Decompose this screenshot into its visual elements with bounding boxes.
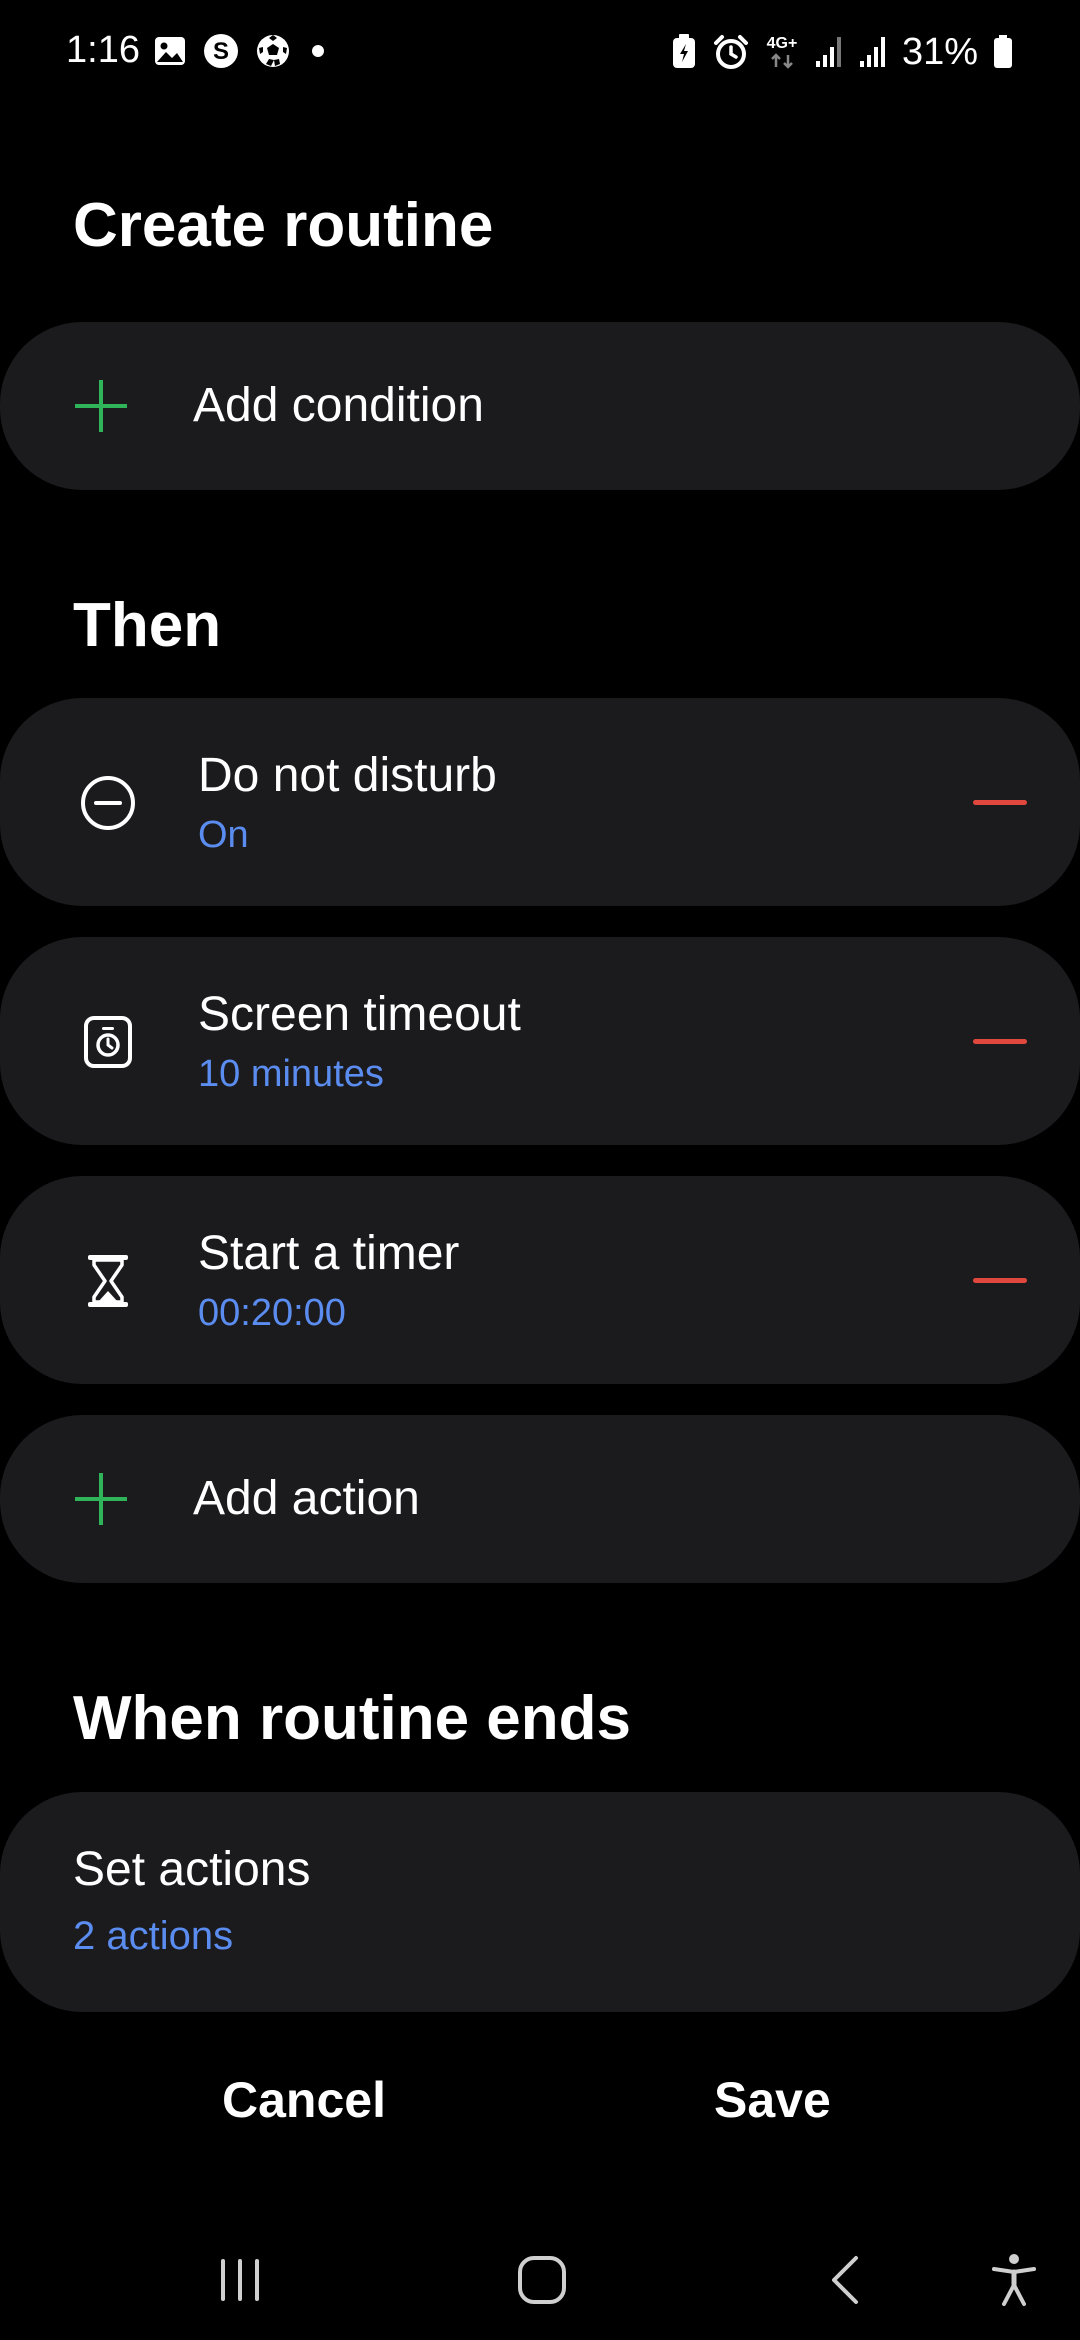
network-label: 4G+ [766, 35, 798, 52]
plus-icon [75, 380, 127, 432]
action-title: Do not disturb [198, 749, 497, 802]
hourglass-icon [88, 1255, 128, 1307]
navigation-bar [0, 2220, 1080, 2340]
plus-icon [75, 1473, 127, 1525]
back-button[interactable] [806, 2240, 886, 2320]
accessibility-button[interactable] [974, 2240, 1054, 2320]
minus-icon [973, 1038, 1027, 1044]
status-bar: 1:16 S 4G+ 31% [0, 0, 1080, 104]
gallery-icon [152, 33, 188, 69]
remove-action-button[interactable] [960, 1001, 1040, 1081]
add-condition-button[interactable]: Add condition [0, 322, 1080, 490]
action-value: On [198, 814, 249, 856]
status-notification-icons: S [152, 32, 330, 70]
network-4g-icon: 4G+ [764, 35, 800, 69]
action-title: Screen timeout [198, 988, 521, 1041]
soccer-ball-icon [254, 32, 292, 70]
home-icon [518, 2256, 566, 2304]
status-system-icons: 4G+ 31% [670, 28, 1014, 76]
then-heading: Then [73, 591, 222, 660]
minus-icon [973, 799, 1027, 805]
set-end-actions-button[interactable]: Set actions 2 actions [0, 1792, 1080, 2012]
do-not-disturb-icon [81, 776, 135, 830]
action-title: Start a timer [198, 1227, 460, 1280]
action-value: 00:20:00 [198, 1292, 346, 1334]
add-action-button[interactable]: Add action [0, 1415, 1080, 1583]
svg-text:S: S [213, 38, 229, 65]
s-app-icon: S [202, 32, 240, 70]
home-button[interactable] [502, 2240, 582, 2320]
save-button[interactable]: Save [714, 2070, 831, 2130]
action-do-not-disturb[interactable]: Do not disturb On [0, 698, 1080, 906]
accessibility-icon [992, 2254, 1036, 2306]
battery-percent: 31% [901, 31, 978, 73]
remove-action-button[interactable] [960, 1240, 1040, 1320]
minus-icon [973, 1277, 1027, 1283]
recents-icon [221, 2259, 259, 2301]
remove-action-button[interactable] [960, 762, 1040, 842]
set-actions-count: 2 actions [73, 1914, 234, 1958]
dot-icon [306, 33, 330, 69]
action-start-timer[interactable]: Start a timer 00:20:00 [0, 1176, 1080, 1384]
screen-timeout-icon [84, 1016, 132, 1068]
add-condition-label: Add condition [193, 379, 484, 432]
add-action-label: Add action [193, 1472, 420, 1525]
page-title: Create routine [73, 191, 494, 260]
battery-icon [992, 34, 1014, 70]
signal-icon [814, 35, 844, 69]
alarm-icon [712, 33, 750, 71]
battery-saver-icon [670, 33, 698, 71]
action-value: 10 minutes [198, 1053, 384, 1095]
set-actions-title: Set actions [73, 1843, 311, 1896]
back-icon [832, 2256, 858, 2304]
action-screen-timeout[interactable]: Screen timeout 10 minutes [0, 937, 1080, 1145]
recents-button[interactable] [200, 2240, 280, 2320]
routine-ends-heading: When routine ends [73, 1684, 631, 1753]
cancel-button[interactable]: Cancel [222, 2070, 386, 2130]
status-time: 1:16 [66, 29, 140, 71]
signal-icon [858, 35, 888, 69]
